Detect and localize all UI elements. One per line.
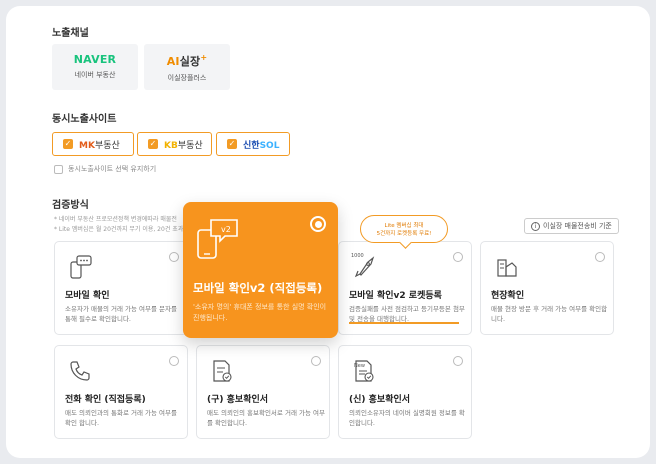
option-desc: 소유자가 매물의 거래 가능 여부를 문자를 통해 필수로 확인합니다. <box>65 305 177 323</box>
channel-aisiljang-label: 이실장플러스 <box>167 74 207 82</box>
checkbox-checked-icon[interactable]: ✓ <box>227 139 237 149</box>
site-shinhan[interactable]: ✓ 신한SOL <box>216 132 290 156</box>
option-title: 전화 확인 (직접등록) <box>65 395 146 405</box>
phone-chat-icon <box>70 255 92 279</box>
phone-v2-icon <box>197 219 238 259</box>
rocket-badge: 1000 <box>351 253 364 259</box>
aisiljang-logo: AI실장+ <box>144 53 230 69</box>
fee-reference-label: 이실장 매물전송비 기준 <box>543 222 612 230</box>
option-title: 현장확인 <box>491 291 525 301</box>
site-mk[interactable]: ✓ MK부동산 <box>52 132 134 156</box>
verification-note-1: * 네이버 부동산 프로모션정책 변경에따라 매물전 <box>54 216 177 223</box>
channel-naver-label: 네이버 부동산 <box>74 71 116 79</box>
featured-desc: '소유자 명의' 휴대폰 정보를 통한 실명 확인이 진행됩니다. <box>193 303 327 322</box>
info-icon: i <box>531 221 540 231</box>
checkbox-unchecked-icon[interactable] <box>54 164 63 174</box>
tooltip-line-2: 5건까지 로켓등록 무료! <box>376 231 432 237</box>
option-desc: 매물 현장 방문 후 거래 가능 여부를 확인합니다. <box>491 305 608 323</box>
new-badge: New <box>354 363 365 369</box>
document-check-icon <box>213 360 232 382</box>
v2-badge: v2 <box>221 225 231 234</box>
building-icon <box>497 259 517 277</box>
keep-selection-label: 동시노출사이트 선택 유지하기 <box>68 165 157 173</box>
option-radio[interactable] <box>169 356 179 366</box>
option-radio[interactable] <box>169 252 179 262</box>
option-radio-selected[interactable] <box>310 216 326 232</box>
logo-rest: 실장 <box>179 55 201 68</box>
mk-logo: MK부동산 <box>79 140 120 151</box>
site-kb[interactable]: ✓ KB부동산 <box>137 132 212 156</box>
channel-naver[interactable]: NAVER 네이버 부동산 <box>52 44 138 90</box>
option-rocket-register[interactable]: 1000 모바일 확인v2 로켓등록 검증실패를 사전 점검하고 등기부등본 첨… <box>338 241 472 335</box>
verification-section-title: 검증방식 <box>52 200 89 211</box>
option-desc: 의뢰인소유자의 네이버 실명회원 정보를 확인합니다. <box>349 409 465 427</box>
shinhan-sol-logo: 신한SOL <box>243 140 280 151</box>
keep-selection-checkbox[interactable]: 동시노출사이트 선택 유지하기 <box>54 164 156 174</box>
main-card: 노출채널 NAVER 네이버 부동산 AI실장+ 이실장플러스 동시노출사이트 … <box>6 6 650 458</box>
simultaneous-section-title: 동시노출사이트 <box>52 114 117 125</box>
option-radio[interactable] <box>311 356 321 366</box>
option-radio[interactable] <box>595 252 605 262</box>
option-desc: 매도 의뢰인의 홍보확인서로 거래 가능 여부를 확인합니다. <box>207 409 325 427</box>
channel-aisiljang[interactable]: AI실장+ 이실장플러스 <box>144 44 230 90</box>
tooltip-line-1: Lite 멤버십 최대 <box>384 223 424 229</box>
rocket-promo-tooltip: Lite 멤버십 최대 5건까지 로켓등록 무료! <box>360 215 448 243</box>
option-old-promo-certificate[interactable]: (구) 홍보확인서 매도 의뢰인의 홍보확인서로 거래 가능 여부를 확인합니다… <box>196 345 330 439</box>
option-radio[interactable] <box>453 356 463 366</box>
option-desc: 매도 의뢰인과의 통화로 거래 가능 여부를 확인 합니다. <box>65 409 177 427</box>
kb-logo: KB부동산 <box>164 140 203 151</box>
logo-prefix: AI <box>166 55 180 68</box>
option-highlight-bar <box>349 322 459 324</box>
option-title: 모바일 확인 <box>65 291 110 301</box>
verification-note-2: * Lite 멤버십은 월 20건까지 무기 이용, 20건 초과 <box>54 226 184 233</box>
option-title: (신) 홍보확인서 <box>349 395 411 405</box>
phone-call-icon <box>70 361 90 381</box>
fee-reference-button[interactable]: i 이실장 매물전송비 기준 <box>524 218 619 234</box>
option-title: 모바일 확인v2 로켓등록 <box>349 291 442 301</box>
option-desc: 검증실패를 사전 점검하고 등기부등본 첨부 및 전송을 대행합니다. <box>349 305 465 323</box>
option-mobile-confirm[interactable]: 모바일 확인 소유자가 매물의 거래 가능 여부를 문자를 통해 필수로 확인합… <box>54 241 188 335</box>
option-site-visit[interactable]: 현장확인 매물 현장 방문 후 거래 가능 여부를 확인합니다. <box>480 241 614 335</box>
checkbox-checked-icon[interactable]: ✓ <box>63 139 73 149</box>
naver-logo: NAVER <box>73 53 117 66</box>
option-radio[interactable] <box>453 252 463 262</box>
option-title: (구) 홍보확인서 <box>207 395 269 405</box>
option-mobile-confirm-v2-selected[interactable]: v2 모바일 확인v2 (직접등록) '소유자 명의' 휴대폰 정보를 통한 실… <box>183 202 338 338</box>
option-phone-confirm[interactable]: 전화 확인 (직접등록) 매도 의뢰인과의 통화로 거래 가능 여부를 확인 합… <box>54 345 188 439</box>
option-new-promo-certificate[interactable]: New (신) 홍보확인서 의뢰인소유자의 네이버 실명회원 정보를 확인합니다… <box>338 345 472 439</box>
checkbox-checked-icon[interactable]: ✓ <box>148 139 158 149</box>
channels-section-title: 노출채널 <box>52 28 89 39</box>
logo-plus: + <box>200 53 208 62</box>
document-new-icon <box>355 360 374 382</box>
featured-title: 모바일 확인v2 (직접등록) <box>193 281 323 295</box>
